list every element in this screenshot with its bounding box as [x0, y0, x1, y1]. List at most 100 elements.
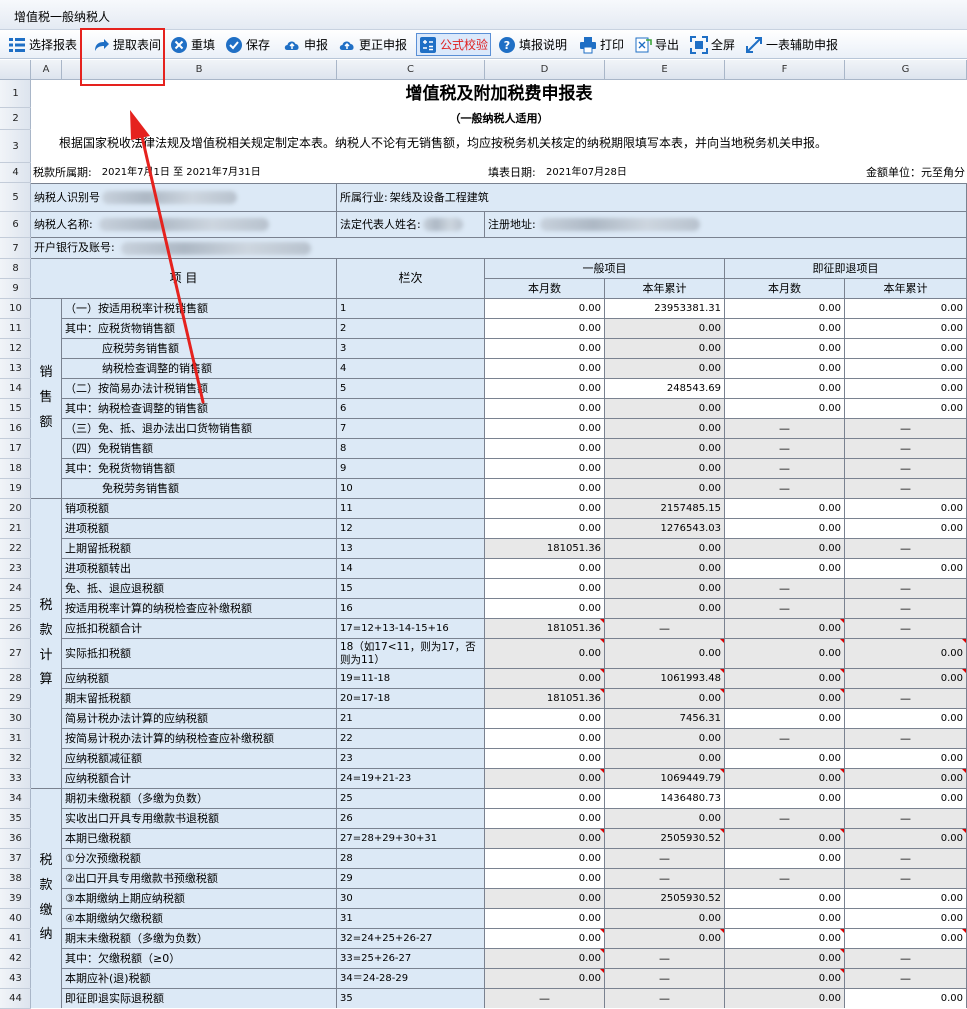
- value-cell-f[interactable]: 0.00: [725, 769, 845, 789]
- value-cell-g[interactable]: 0.00: [845, 769, 967, 789]
- value-cell-d[interactable]: 0.00: [485, 459, 605, 479]
- row-header[interactable]: 37: [0, 849, 31, 869]
- value-cell-e[interactable]: 2505930.52: [605, 829, 725, 849]
- row-header[interactable]: 36: [0, 829, 31, 849]
- row-header[interactable]: 12: [0, 339, 31, 359]
- value-cell-f[interactable]: 0.00: [725, 909, 845, 929]
- row-header[interactable]: 38: [0, 869, 31, 889]
- value-cell-e[interactable]: 0.00: [605, 419, 725, 439]
- row-header[interactable]: 20: [0, 499, 31, 519]
- toolbar-button-7[interactable]: 公式校验: [416, 33, 492, 56]
- value-cell-g[interactable]: 0.00: [845, 989, 967, 1008]
- value-cell-f[interactable]: 0.00: [725, 399, 845, 419]
- value-cell-d[interactable]: 0.00: [485, 439, 605, 459]
- value-cell-f[interactable]: 0.00: [725, 969, 845, 989]
- value-cell-e[interactable]: 0.00: [605, 359, 725, 379]
- value-cell-d[interactable]: 0.00: [485, 749, 605, 769]
- value-cell-f[interactable]: 0.00: [725, 829, 845, 849]
- value-cell-g[interactable]: 0.00: [845, 559, 967, 579]
- value-cell-d[interactable]: 0.00: [485, 929, 605, 949]
- value-cell-e[interactable]: 0.00: [605, 399, 725, 419]
- value-cell-d[interactable]: 0.00: [485, 519, 605, 539]
- toolbar-button-4[interactable]: 保存: [225, 33, 270, 56]
- value-cell-g[interactable]: 0.00: [845, 929, 967, 949]
- value-cell-d[interactable]: 0.00: [485, 789, 605, 809]
- value-cell-f[interactable]: 0.00: [725, 889, 845, 909]
- row-header[interactable]: 30: [0, 709, 31, 729]
- row-header[interactable]: 26: [0, 619, 31, 639]
- value-cell-g[interactable]: 0.00: [845, 299, 967, 319]
- row-header[interactable]: 2: [0, 108, 31, 130]
- value-cell-e[interactable]: 0.00: [605, 319, 725, 339]
- toolbar-button-9[interactable]: 打印: [579, 33, 624, 56]
- value-cell-g[interactable]: 0.00: [845, 829, 967, 849]
- value-cell-d[interactable]: 0.00: [485, 829, 605, 849]
- value-cell-e[interactable]: 0.00: [605, 539, 725, 559]
- value-cell-f[interactable]: 0.00: [725, 339, 845, 359]
- value-cell-f[interactable]: 0.00: [725, 709, 845, 729]
- value-cell-d[interactable]: 0.00: [485, 399, 605, 419]
- value-cell-d[interactable]: 0.00: [485, 599, 605, 619]
- row-header[interactable]: 11: [0, 319, 31, 339]
- value-cell-f[interactable]: 0.00: [725, 379, 845, 399]
- toolbar-button-8[interactable]: ? 填报说明: [498, 33, 567, 56]
- toolbar-button-5[interactable]: 申报: [283, 33, 328, 56]
- value-cell-f[interactable]: 0.00: [725, 499, 845, 519]
- row-header[interactable]: 34: [0, 789, 31, 809]
- row-header[interactable]: 7: [0, 238, 31, 259]
- value-cell-d[interactable]: 0.00: [485, 869, 605, 889]
- column-header[interactable]: G: [845, 60, 967, 80]
- value-cell-d[interactable]: 0.00: [485, 669, 605, 689]
- row-header[interactable]: 29: [0, 689, 31, 709]
- row-header[interactable]: 28: [0, 669, 31, 689]
- value-cell-d[interactable]: 0.00: [485, 319, 605, 339]
- value-cell-g[interactable]: 0.00: [845, 889, 967, 909]
- row-header[interactable]: 9: [0, 279, 31, 299]
- row-header[interactable]: 42: [0, 949, 31, 969]
- value-cell-f[interactable]: 0.00: [725, 789, 845, 809]
- value-cell-d[interactable]: 0.00: [485, 969, 605, 989]
- toolbar-button-3[interactable]: 重填: [170, 33, 215, 56]
- value-cell-e[interactable]: 0.00: [605, 579, 725, 599]
- value-cell-e[interactable]: 0.00: [605, 439, 725, 459]
- value-cell-f[interactable]: 0.00: [725, 359, 845, 379]
- value-cell-d[interactable]: 181051.36: [485, 689, 605, 709]
- toolbar-button-11[interactable]: 全屏: [690, 33, 735, 56]
- value-cell-e[interactable]: 248543.69: [605, 379, 725, 399]
- value-cell-e[interactable]: 0.00: [605, 639, 725, 669]
- value-cell-f[interactable]: 0.00: [725, 619, 845, 639]
- value-cell-f[interactable]: 0.00: [725, 669, 845, 689]
- row-header[interactable]: 33: [0, 769, 31, 789]
- row-header[interactable]: 39: [0, 889, 31, 909]
- value-cell-d[interactable]: 0.00: [485, 479, 605, 499]
- value-cell-d[interactable]: 0.00: [485, 889, 605, 909]
- row-header[interactable]: 31: [0, 729, 31, 749]
- value-cell-d[interactable]: 0.00: [485, 639, 605, 669]
- row-header[interactable]: 13: [0, 359, 31, 379]
- value-cell-e[interactable]: 0.00: [605, 809, 725, 829]
- column-header[interactable]: C: [337, 60, 485, 80]
- row-header[interactable]: 25: [0, 599, 31, 619]
- row-header[interactable]: 19: [0, 479, 31, 499]
- value-cell-d[interactable]: 0.00: [485, 419, 605, 439]
- toolbar-button-1[interactable]: 选择报表: [8, 33, 77, 56]
- value-cell-d[interactable]: 0.00: [485, 809, 605, 829]
- value-cell-d[interactable]: 0.00: [485, 729, 605, 749]
- toolbar-button-6[interactable]: 更正申报: [338, 33, 407, 56]
- row-header[interactable]: 43: [0, 969, 31, 989]
- column-header[interactable]: F: [725, 60, 845, 80]
- row-header[interactable]: 23: [0, 559, 31, 579]
- value-cell-f[interactable]: 0.00: [725, 299, 845, 319]
- value-cell-f[interactable]: 0.00: [725, 989, 845, 1008]
- row-header[interactable]: 15: [0, 399, 31, 419]
- value-cell-d[interactable]: 0.00: [485, 359, 605, 379]
- value-cell-d[interactable]: 0.00: [485, 849, 605, 869]
- row-header[interactable]: 27: [0, 639, 31, 669]
- value-cell-e[interactable]: 2157485.15: [605, 499, 725, 519]
- value-cell-e[interactable]: 0.00: [605, 479, 725, 499]
- value-cell-e[interactable]: 1276543.03: [605, 519, 725, 539]
- toolbar-button-10[interactable]: 导出: [634, 33, 679, 56]
- value-cell-d[interactable]: 0.00: [485, 579, 605, 599]
- value-cell-f[interactable]: 0.00: [725, 749, 845, 769]
- value-cell-g[interactable]: 0.00: [845, 399, 967, 419]
